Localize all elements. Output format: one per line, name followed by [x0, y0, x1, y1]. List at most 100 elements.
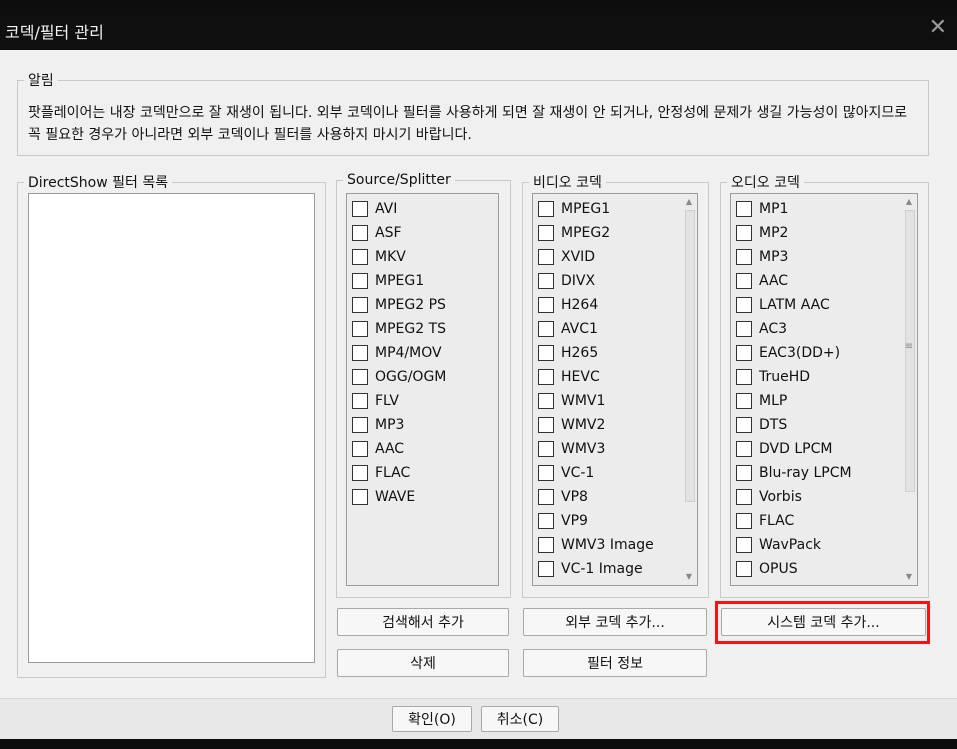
checkbox[interactable] — [352, 393, 368, 409]
checkbox[interactable] — [736, 345, 752, 361]
checkbox[interactable] — [538, 393, 554, 409]
checkbox-item[interactable]: MPEG1 — [533, 197, 697, 221]
checkbox-item[interactable]: MP1 — [731, 197, 917, 221]
checkbox-item[interactable]: WMV3 — [533, 437, 697, 461]
checkbox[interactable] — [538, 489, 554, 505]
scroll-down-icon[interactable]: ▼ — [683, 571, 695, 583]
checkbox[interactable] — [538, 345, 554, 361]
checkbox-item[interactable]: DTS — [731, 413, 917, 437]
checkbox[interactable] — [538, 249, 554, 265]
checkbox[interactable] — [736, 297, 752, 313]
checkbox-item[interactable]: MP3 — [347, 413, 498, 437]
checkbox-item[interactable]: AVC1 — [533, 317, 697, 341]
checkbox[interactable] — [352, 273, 368, 289]
checkbox-item[interactable]: MPEG1 — [347, 269, 498, 293]
checkbox-item[interactable]: OPUS — [731, 557, 917, 581]
checkbox-item[interactable]: AAC — [347, 437, 498, 461]
checkbox[interactable] — [736, 465, 752, 481]
checkbox-item[interactable]: ASF — [347, 221, 498, 245]
checkbox[interactable] — [736, 537, 752, 553]
checkbox[interactable] — [352, 345, 368, 361]
close-icon[interactable]: ✕ — [929, 15, 947, 40]
scroll-up-icon[interactable]: ▲ — [903, 196, 915, 208]
checkbox[interactable] — [538, 297, 554, 313]
checkbox[interactable] — [352, 225, 368, 241]
checkbox[interactable] — [538, 273, 554, 289]
scroll-thumb[interactable] — [685, 210, 695, 502]
scroll-up-icon[interactable]: ▲ — [683, 196, 695, 208]
checkbox-item[interactable]: MPEG2 — [533, 221, 697, 245]
checkbox[interactable] — [352, 321, 368, 337]
checkbox-item[interactable]: MP4/MOV — [347, 341, 498, 365]
video-codec-list[interactable]: MPEG1 MPEG2 XVID DIVX H264 AVC1 H265 HEVC WMV1 WM… — [532, 193, 698, 586]
search-add-button[interactable]: 검색해서 추가 — [337, 608, 509, 636]
checkbox[interactable] — [352, 201, 368, 217]
checkbox[interactable] — [538, 537, 554, 553]
checkbox[interactable] — [736, 513, 752, 529]
ok-button[interactable]: 확인(O) — [392, 706, 472, 732]
checkbox[interactable] — [352, 465, 368, 481]
checkbox-item[interactable]: DIVX — [533, 269, 697, 293]
checkbox[interactable] — [352, 369, 368, 385]
checkbox-item[interactable]: MPEG2 PS — [347, 293, 498, 317]
checkbox[interactable] — [538, 441, 554, 457]
audio-codec-list[interactable]: MP1 MP2 MP3 AAC LATM AAC AC3 EAC3(DD+) TrueHD ML… — [730, 193, 918, 586]
checkbox[interactable] — [352, 489, 368, 505]
directshow-filter-list[interactable] — [28, 193, 315, 663]
checkbox[interactable] — [736, 561, 752, 577]
checkbox-item[interactable]: WAVE — [347, 485, 498, 509]
checkbox-item[interactable]: WMV1 — [533, 389, 697, 413]
checkbox[interactable] — [352, 249, 368, 265]
audio-scrollbar[interactable]: ▲ ≡ ▼ — [903, 196, 915, 583]
scroll-down-icon[interactable]: ▼ — [903, 571, 915, 583]
checkbox-item[interactable]: DVD LPCM — [731, 437, 917, 461]
checkbox-item[interactable]: MPEG2 TS — [347, 317, 498, 341]
checkbox[interactable] — [538, 561, 554, 577]
checkbox-item[interactable]: AVI — [347, 197, 498, 221]
checkbox[interactable] — [538, 513, 554, 529]
checkbox-item[interactable]: TrueHD — [731, 365, 917, 389]
checkbox[interactable] — [736, 417, 752, 433]
external-codec-add-button[interactable]: 외부 코덱 추가... — [523, 608, 707, 636]
checkbox[interactable] — [352, 417, 368, 433]
checkbox[interactable] — [736, 441, 752, 457]
checkbox[interactable] — [736, 225, 752, 241]
checkbox[interactable] — [352, 297, 368, 313]
checkbox[interactable] — [736, 393, 752, 409]
checkbox-item[interactable]: AAC — [731, 269, 917, 293]
checkbox-item[interactable]: MP2 — [731, 221, 917, 245]
checkbox-item[interactable]: Blu-ray LPCM — [731, 461, 917, 485]
checkbox-item[interactable]: VP9 — [533, 509, 697, 533]
checkbox-item[interactable]: MP3 — [731, 245, 917, 269]
checkbox-item[interactable]: OGG/OGM — [347, 365, 498, 389]
checkbox-item[interactable]: FLAC — [347, 461, 498, 485]
checkbox-item[interactable]: WMV2 — [533, 413, 697, 437]
checkbox-item[interactable]: XVID — [533, 245, 697, 269]
checkbox-item[interactable]: EAC3(DD+) — [731, 341, 917, 365]
checkbox[interactable] — [538, 369, 554, 385]
checkbox-item[interactable]: MKV — [347, 245, 498, 269]
checkbox-item[interactable]: H264 — [533, 293, 697, 317]
checkbox-item[interactable]: H265 — [533, 341, 697, 365]
checkbox[interactable] — [538, 465, 554, 481]
checkbox[interactable] — [538, 225, 554, 241]
checkbox-item[interactable]: VC-1 Image — [533, 557, 697, 581]
filter-info-button[interactable]: 필터 정보 — [523, 649, 707, 677]
checkbox-item[interactable]: HEVC — [533, 365, 697, 389]
delete-button[interactable]: 삭제 — [337, 649, 509, 677]
checkbox-item[interactable]: FLV — [347, 389, 498, 413]
checkbox-item[interactable]: FLAC — [731, 509, 917, 533]
cancel-button[interactable]: 취소(C) — [481, 706, 559, 732]
video-scrollbar[interactable]: ▲ ▼ — [683, 196, 695, 583]
checkbox-item[interactable]: MLP — [731, 389, 917, 413]
checkbox[interactable] — [736, 369, 752, 385]
checkbox[interactable] — [538, 417, 554, 433]
checkbox[interactable] — [538, 321, 554, 337]
checkbox-item[interactable]: LATM AAC — [731, 293, 917, 317]
checkbox-item[interactable]: VC-1 — [533, 461, 697, 485]
checkbox[interactable] — [736, 321, 752, 337]
source-splitter-list[interactable]: AVI ASF MKV MPEG1 MPEG2 PS MPEG2 TS MP4/MOV OGG… — [346, 193, 499, 586]
checkbox-item[interactable]: WMV3 Image — [533, 533, 697, 557]
checkbox[interactable] — [736, 249, 752, 265]
checkbox-item[interactable]: AC3 — [731, 317, 917, 341]
